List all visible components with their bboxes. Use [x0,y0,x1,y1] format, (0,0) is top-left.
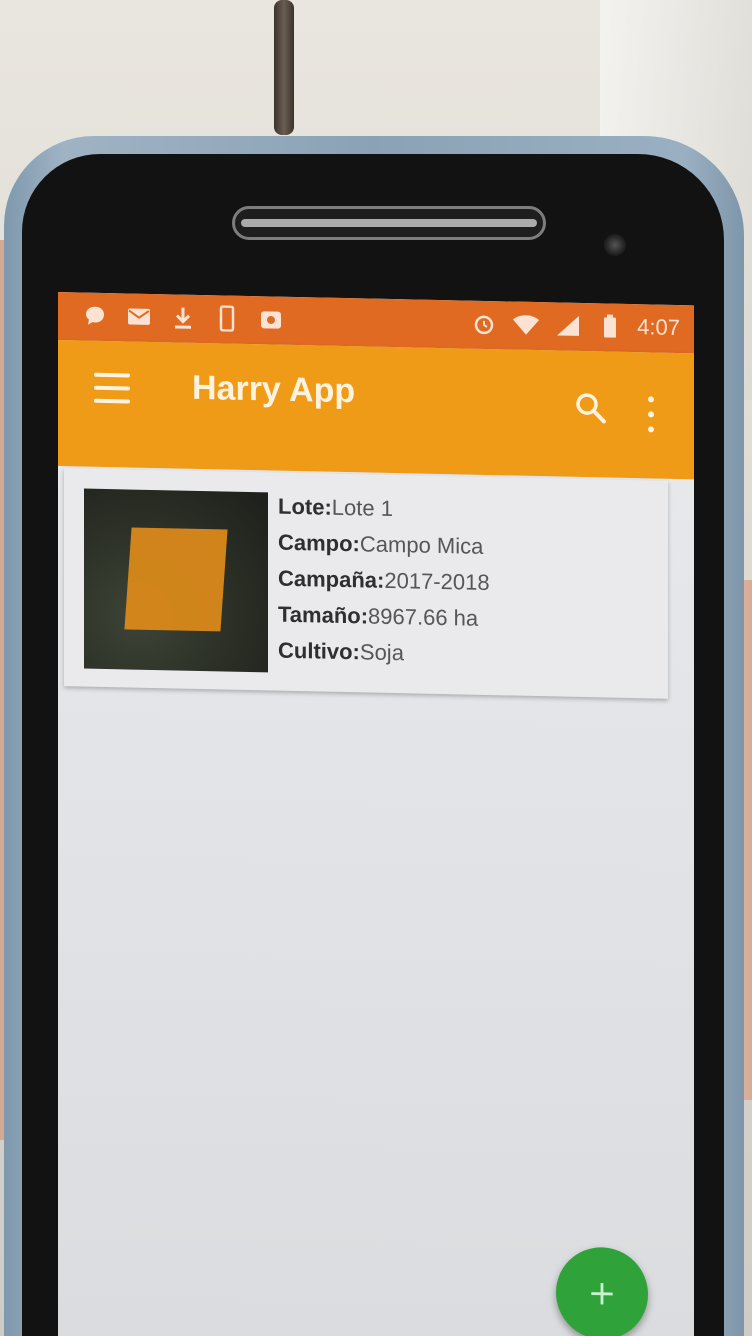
phone-speaker [232,206,546,240]
detail-key: Campaña: [278,565,385,593]
lot-details: Lote:Lote 1 Campo:Campo Mica Campaña:201… [278,489,648,677]
mail-icon [124,301,154,332]
status-time: 4:07 [637,314,680,341]
battery-icon [595,311,625,342]
notification-icons [80,300,286,334]
add-lot-fab-button[interactable]: + [556,1246,648,1336]
detail-value: Campo Mica [359,531,484,559]
field-plot-shape [124,527,228,632]
detail-value: 2017-2018 [384,567,490,596]
detail-value: 8967.66 ha [368,603,479,631]
detail-key: Lote: [278,493,332,520]
front-camera [604,234,626,256]
detail-key: Cultivo: [278,637,360,665]
signal-icon [553,310,583,341]
alarm-icon [469,309,499,340]
lot-list: Lote:Lote 1 Campo:Campo Mica Campaña:201… [58,466,694,1336]
detail-value: Lote 1 [331,494,393,522]
phone-icon [212,303,242,334]
more-vert-icon[interactable] [646,396,656,433]
wifi-icon [511,309,541,340]
cable [274,0,294,135]
search-icon[interactable] [574,391,608,426]
satellite-field-thumbnail [84,488,268,673]
detail-row-cultivo: Cultivo:Soja [278,633,648,677]
detail-key: Tamaño: [278,601,369,629]
photo-scene: 4:07 Harry App Lote:Lote 1 Campo:Campo M… [0,0,752,1336]
hamburger-menu-icon[interactable] [94,372,130,404]
chat-bubble-icon [80,300,110,331]
list-item[interactable]: Lote:Lote 1 Campo:Campo Mica Campaña:201… [64,468,668,699]
phone-screen: 4:07 Harry App Lote:Lote 1 Campo:Campo M… [58,292,694,1336]
app-title: Harry App [192,368,356,411]
photo-icon [256,304,286,335]
download-icon [168,302,198,333]
detail-key: Campo: [278,529,360,557]
system-icons: 4:07 [469,309,680,343]
app-toolbar: Harry App [58,340,694,480]
detail-value: Soja [359,639,404,666]
